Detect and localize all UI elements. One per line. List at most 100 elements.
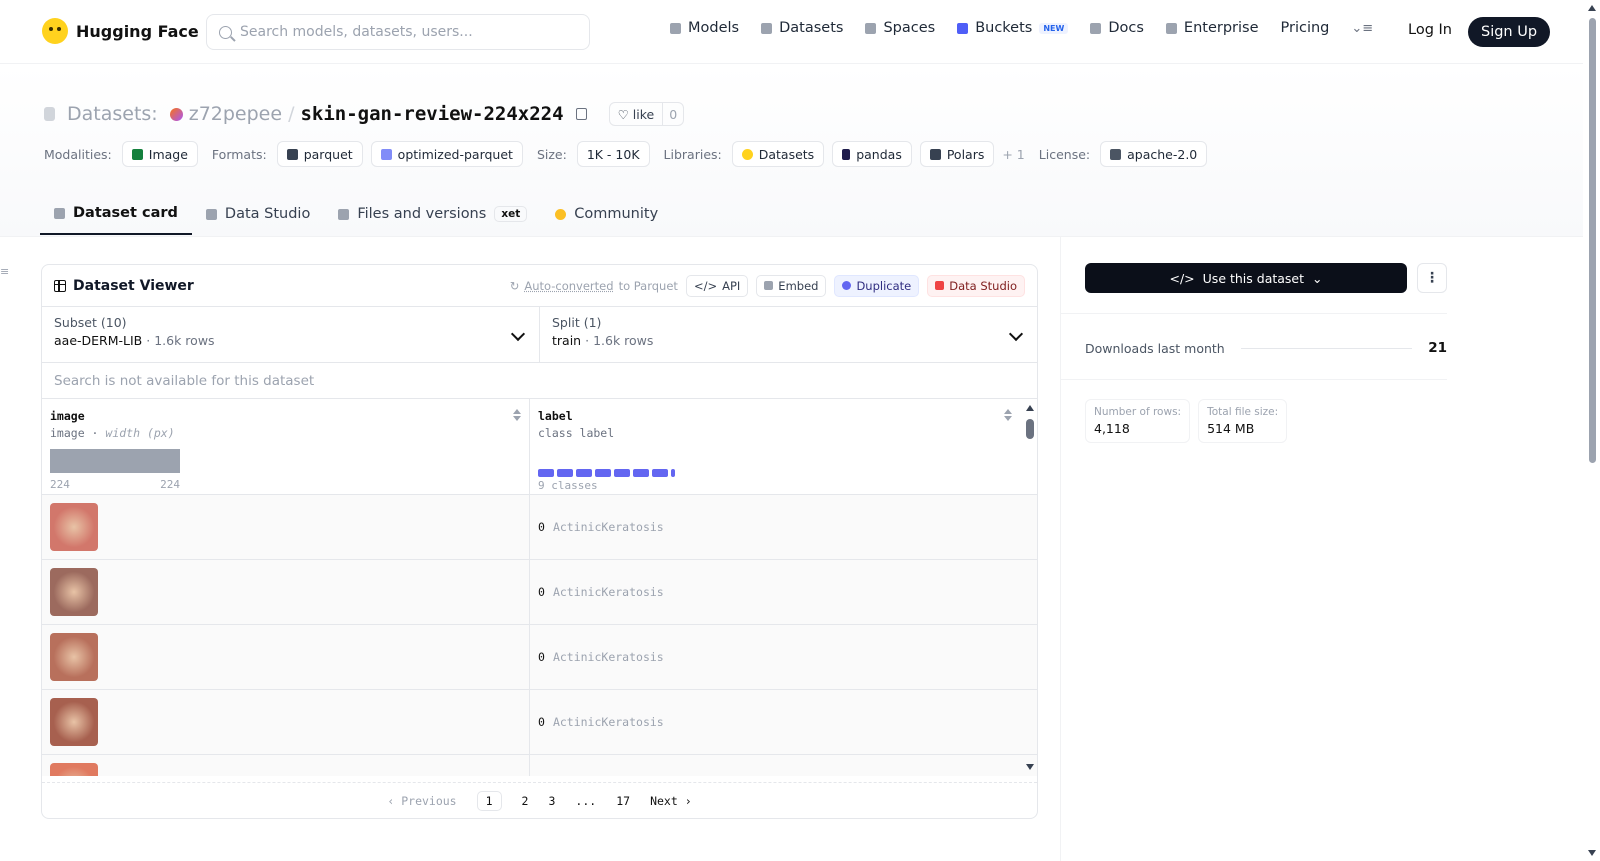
table-row[interactable] xyxy=(42,755,1037,776)
image-thumbnail[interactable] xyxy=(50,503,98,551)
page-1[interactable]: 1 xyxy=(476,790,502,811)
image-thumbnail[interactable] xyxy=(50,568,98,616)
image-thumbnail[interactable] xyxy=(50,698,98,746)
data-studio-button-label: Data Studio xyxy=(949,278,1017,293)
split-select[interactable]: Split (1) train · 1.6k rows xyxy=(539,307,1037,362)
class-segment[interactable] xyxy=(595,469,611,477)
table-row[interactable]: 0 ActinicKeratosis xyxy=(42,625,1037,690)
nav-models[interactable]: Models xyxy=(670,20,739,36)
use-this-dataset-button[interactable]: </> Use this dataset ⌄ xyxy=(1085,263,1407,293)
class-segment[interactable] xyxy=(576,469,592,477)
page-3[interactable]: 3 xyxy=(548,794,555,808)
data-studio-button[interactable]: Data Studio xyxy=(927,274,1025,297)
image-thumbnail[interactable] xyxy=(50,763,98,776)
scroll-up-icon[interactable] xyxy=(1026,405,1034,411)
nav-enterprise-label: Enterprise xyxy=(1183,20,1259,36)
class-segment[interactable] xyxy=(614,469,630,477)
scrollbar-thumb[interactable] xyxy=(1589,18,1596,463)
nav-spaces[interactable]: Spaces xyxy=(865,20,935,36)
page-scrollbar[interactable] xyxy=(1585,0,1600,861)
table-scrollbar[interactable] xyxy=(1023,399,1037,776)
subset-value: aae-DERM-LIB xyxy=(54,333,143,348)
sidebar-divider-2 xyxy=(1061,379,1447,380)
class-segment[interactable] xyxy=(538,469,554,477)
previous-page-button[interactable]: ‹ Previous xyxy=(387,794,456,808)
image-thumbnail[interactable] xyxy=(50,633,98,681)
parquet-icon xyxy=(286,148,298,160)
library-chip-pandas[interactable]: pandas xyxy=(832,141,912,167)
column-type: class label xyxy=(538,426,615,440)
class-segment[interactable] xyxy=(671,469,675,477)
size-chip[interactable]: 1K - 10K xyxy=(576,141,650,167)
library-chip-polars[interactable]: Polars xyxy=(919,141,995,167)
page-17[interactable]: 17 xyxy=(616,794,630,808)
owner-avatar[interactable] xyxy=(169,107,183,121)
label-cell xyxy=(530,755,1020,776)
table-row[interactable]: 0 ActinicKeratosis xyxy=(42,560,1037,625)
scroll-up-icon[interactable] xyxy=(1588,5,1596,11)
stat-label: Number of rows: xyxy=(1094,406,1182,418)
nav-datasets[interactable]: Datasets xyxy=(761,20,843,36)
tab-files-and-versions[interactable]: Files and versions xet xyxy=(324,193,541,235)
sidebar-toggle-icon[interactable]: ≡ xyxy=(0,265,9,278)
sort-icon[interactable] xyxy=(1004,409,1012,421)
tab-dataset-card[interactable]: Dataset card xyxy=(40,193,192,235)
tab-community[interactable]: Community xyxy=(541,193,672,235)
like-button[interactable]: ♡ like 0 xyxy=(608,102,685,126)
duplicate-button[interactable]: Duplicate xyxy=(834,274,920,297)
sort-icon[interactable] xyxy=(513,409,521,421)
scrollbar-thumb[interactable] xyxy=(1026,419,1034,439)
title-prefix[interactable]: Datasets: xyxy=(67,103,158,125)
column-type-name: image xyxy=(50,426,85,440)
hugging-face-logo-icon xyxy=(42,18,68,44)
dataset-meta: Modalities: Image Formats: parquet optim… xyxy=(44,141,1208,167)
nav-buckets[interactable]: Buckets NEW xyxy=(957,20,1069,36)
tab-data-studio[interactable]: Data Studio xyxy=(192,193,324,235)
class-segment[interactable] xyxy=(557,469,573,477)
table-row[interactable]: 0 ActinicKeratosis xyxy=(42,495,1037,560)
brand-logo[interactable]: Hugging Face xyxy=(42,18,199,44)
embed-button[interactable]: Embed xyxy=(756,274,827,297)
scroll-down-icon[interactable] xyxy=(1588,850,1596,856)
nav-enterprise[interactable]: Enterprise xyxy=(1165,20,1259,36)
auto-converted-link[interactable]: Auto-converted xyxy=(524,279,613,293)
global-search[interactable] xyxy=(206,14,590,50)
downloads-value: 21 xyxy=(1428,340,1447,356)
library-text-pandas: pandas xyxy=(856,146,902,162)
format-chip-optimized-parquet[interactable]: optimized-parquet xyxy=(370,141,523,167)
login-link[interactable]: Log In xyxy=(1408,22,1452,38)
library-chip-datasets[interactable]: Datasets xyxy=(731,141,825,167)
api-button[interactable]: </> API xyxy=(685,274,749,297)
signup-button[interactable]: Sign Up xyxy=(1468,17,1551,47)
histogram-max: 224 xyxy=(160,478,180,491)
column-header-image[interactable]: image image · width (px) 224 224 xyxy=(42,399,530,494)
xet-badge: xet xyxy=(494,206,528,222)
table-row[interactable]: 0 ActinicKeratosis xyxy=(42,690,1037,755)
search-input[interactable] xyxy=(240,24,570,40)
class-segment[interactable] xyxy=(633,469,649,477)
library-text-polars: Polars xyxy=(946,146,985,162)
class-segment[interactable] xyxy=(652,469,668,477)
modality-chip-image[interactable]: Image xyxy=(121,141,198,167)
nav-spaces-label: Spaces xyxy=(883,20,936,36)
dataset-name[interactable]: skin-gan-review-224x224 xyxy=(300,103,563,125)
copy-icon[interactable] xyxy=(575,108,587,120)
duplicate-icon xyxy=(842,281,852,290)
owner-link[interactable]: z72pepee xyxy=(189,103,282,125)
more-menu-icon[interactable]: ⌄≡ xyxy=(1351,21,1373,36)
subset-select[interactable]: Subset (10) aae-DERM-LIB · 1.6k rows xyxy=(42,307,539,362)
nav-docs[interactable]: Docs xyxy=(1090,20,1144,36)
format-chip-parquet[interactable]: parquet xyxy=(276,141,363,167)
license-chip[interactable]: apache-2.0 xyxy=(1100,141,1208,167)
label-cell: 0 ActinicKeratosis xyxy=(530,495,1020,559)
libraries-more[interactable]: + 1 xyxy=(1002,147,1024,162)
next-page-button[interactable]: Next › xyxy=(650,794,692,808)
library-text-datasets: Datasets xyxy=(758,146,815,162)
nav-pricing[interactable]: Pricing xyxy=(1281,20,1330,36)
tab-community-label: Community xyxy=(574,206,659,222)
page-2[interactable]: 2 xyxy=(522,794,529,808)
scroll-down-icon[interactable] xyxy=(1026,764,1034,770)
more-options-button[interactable]: ⋮ xyxy=(1417,263,1447,293)
dataset-stats: Number of rows: 4,118 Total file size: 5… xyxy=(1085,399,1288,443)
column-header-label[interactable]: label class label 9 classes xyxy=(530,399,1020,494)
